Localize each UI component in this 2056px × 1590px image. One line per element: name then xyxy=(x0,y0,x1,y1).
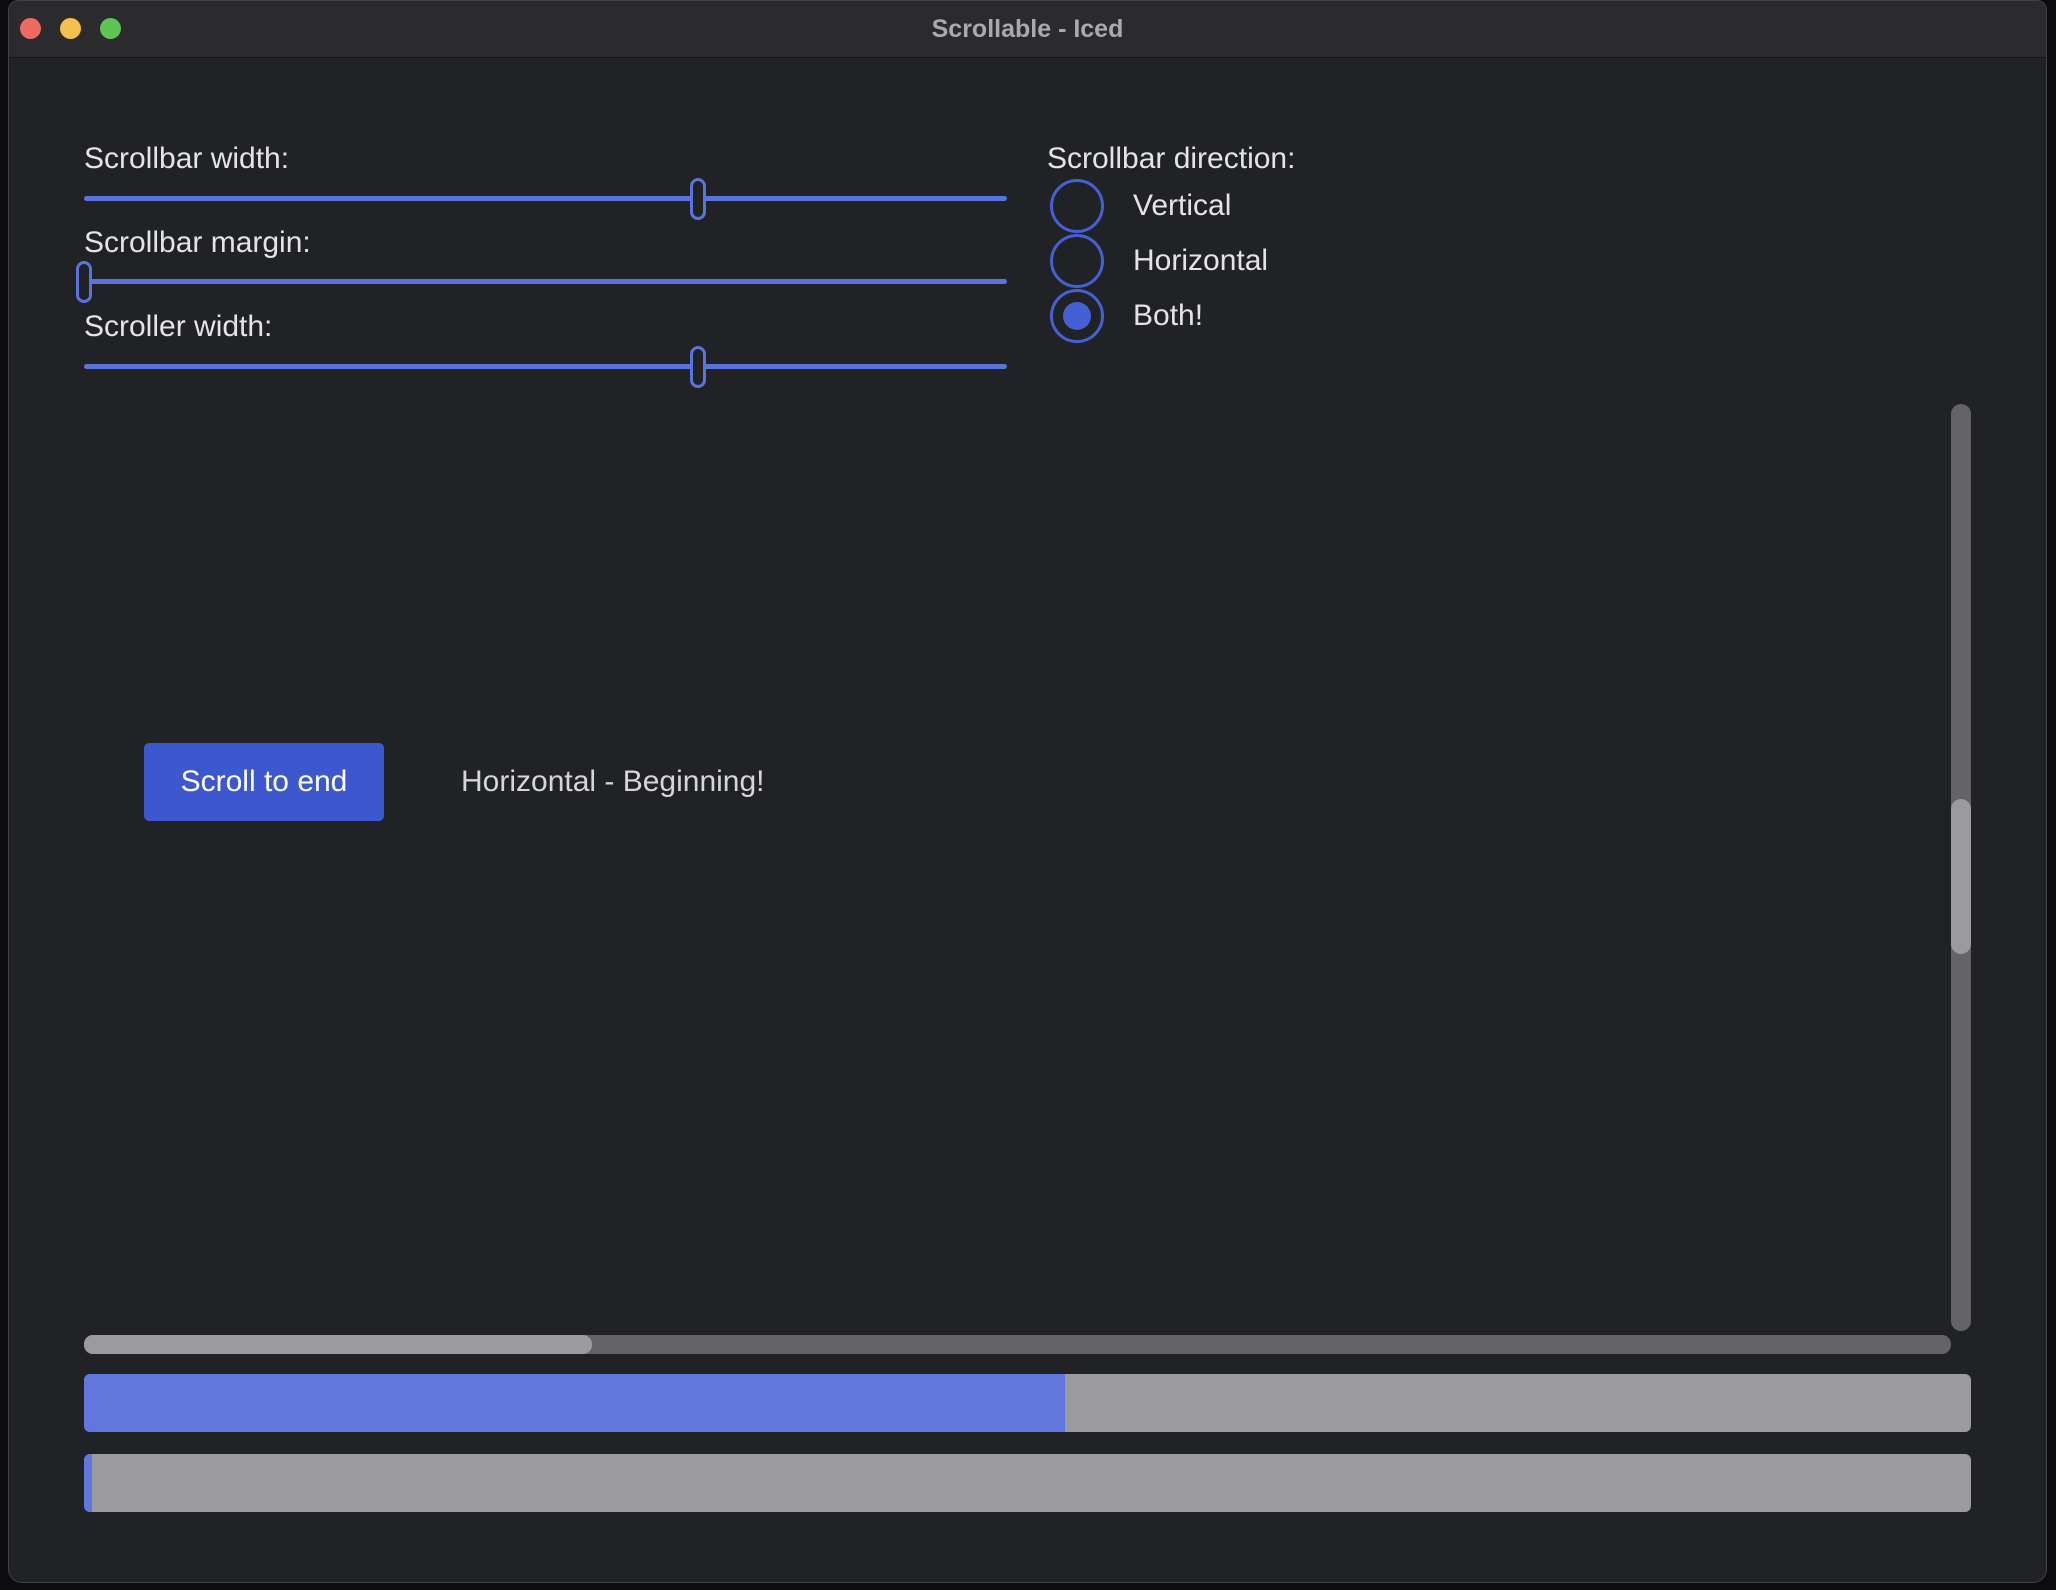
radio-dot-icon xyxy=(1063,302,1091,330)
desktop: { "window": { "title": "Scrollable - Ice… xyxy=(0,0,2056,1590)
radio-option-horizontal[interactable]: Horizontal xyxy=(1050,233,1268,288)
radio-option-both[interactable]: Both! xyxy=(1050,288,1268,343)
horizontal-scrollbar-thumb[interactable] xyxy=(84,1335,592,1354)
scrollbar-width-slider[interactable] xyxy=(84,177,1007,220)
vertical-progress-fill xyxy=(84,1454,92,1512)
horizontal-progress-fill xyxy=(84,1374,1065,1432)
radio-option-label: Vertical xyxy=(1133,189,1231,223)
scroller-width-slider[interactable] xyxy=(84,345,1007,388)
scrollbar-width-label: Scrollbar width: xyxy=(84,139,289,179)
radio-icon xyxy=(1050,289,1104,343)
slider-track[interactable] xyxy=(84,196,1007,201)
horizontal-progress-bar xyxy=(84,1374,1971,1432)
scrollbar-margin-label: Scrollbar margin: xyxy=(84,223,311,263)
scrollbar-direction-group: Vertical Horizontal Both! xyxy=(1050,178,1268,343)
scroll-to-end-button[interactable]: Scroll to end xyxy=(144,743,384,821)
vertical-progress-bar xyxy=(84,1454,1971,1512)
window-title: Scrollable - Iced xyxy=(9,1,2046,57)
radio-option-label: Both! xyxy=(1133,299,1203,333)
radio-icon xyxy=(1050,179,1104,233)
slider-track[interactable] xyxy=(84,279,1007,284)
horizontal-scrollbar-track[interactable] xyxy=(84,1335,1951,1354)
radio-option-vertical[interactable]: Vertical xyxy=(1050,178,1268,233)
slider-handle[interactable] xyxy=(76,261,92,303)
vertical-scrollbar-thumb[interactable] xyxy=(1951,799,1971,954)
slider-handle[interactable] xyxy=(690,178,706,220)
radio-icon xyxy=(1050,234,1104,288)
slider-track[interactable] xyxy=(84,364,1007,369)
scrollbar-margin-slider[interactable] xyxy=(84,260,1007,303)
radio-option-label: Horizontal xyxy=(1133,244,1268,278)
scroll-status-text: Horizontal - Beginning! xyxy=(461,743,765,821)
slider-handle[interactable] xyxy=(690,346,706,388)
vertical-scrollbar-track[interactable] xyxy=(1951,404,1971,1331)
app-window: Scrollable - Iced Scrollbar width: Scrol… xyxy=(8,0,2047,1583)
titlebar[interactable]: Scrollable - Iced xyxy=(9,1,2046,58)
scrollbar-direction-label: Scrollbar direction: xyxy=(1047,139,1295,179)
scroller-width-label: Scroller width: xyxy=(84,307,272,347)
